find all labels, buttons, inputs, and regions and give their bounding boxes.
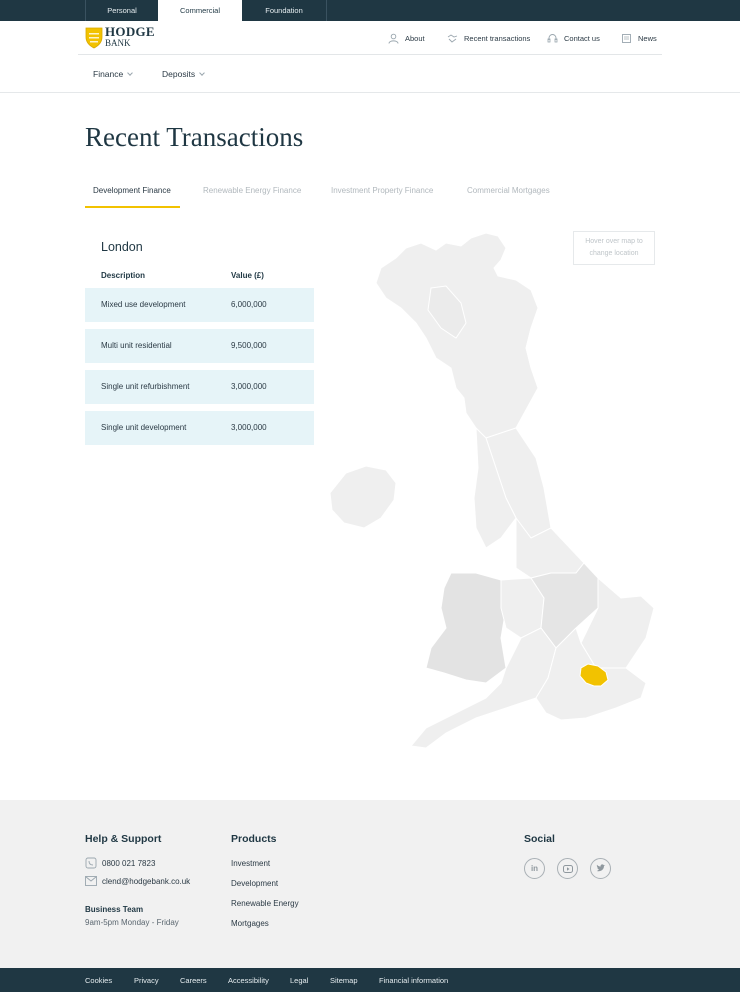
youtube-icon[interactable] [557,858,578,879]
newspaper-icon [622,33,631,43]
region-wales [425,572,507,684]
audience-bar: Personal Commercial Foundation [0,0,740,21]
nav-contact-us[interactable]: Contact us [547,30,600,46]
twitter-icon[interactable] [590,858,611,879]
active-tab-indicator [85,206,180,208]
subnav-deposits[interactable]: Deposits [162,69,205,79]
linkedin-icon[interactable]: in [524,858,545,879]
table-row: Multi unit residential 9,500,000 [85,329,314,363]
sub-navigation: Finance Deposits [0,55,740,93]
brand-subname: BANK [105,38,131,48]
link-sitemap[interactable]: Sitemap [330,976,358,985]
phone-icon [85,857,97,869]
logo-shield-icon[interactable] [85,27,103,49]
footer-link-mortgages[interactable]: Mortgages [231,919,269,928]
nav-news[interactable]: News [621,30,657,46]
tab-personal[interactable]: Personal [86,0,158,21]
divider [326,0,327,21]
footer-link-investment[interactable]: Investment [231,859,270,868]
table-row: Single unit refurbishment 3,000,000 [85,370,314,404]
link-accessibility[interactable]: Accessibility [228,976,269,985]
person-icon [388,33,399,44]
link-financial-information[interactable]: Financial information [379,976,448,985]
row-description: Multi unit residential [101,341,172,350]
row-description: Mixed use development [101,300,186,309]
link-privacy[interactable]: Privacy [134,976,159,985]
tab-development-finance[interactable]: Development Finance [93,186,171,195]
table-row: Mixed use development 6,000,000 [85,288,314,322]
nav-label: News [638,33,657,43]
chevron-down-icon [199,70,205,76]
link-careers[interactable]: Careers [180,976,207,985]
region-northern-ireland [329,465,397,529]
location-title: London [101,240,143,254]
brand-logo[interactable]: HODGE BANK [105,24,155,48]
footer-phone[interactable]: 0800 021 7823 [102,859,155,868]
footer-heading-help: Help & Support [85,833,162,845]
tab-foundation[interactable]: Foundation [242,0,326,21]
email-icon [85,876,97,886]
handshake-icon [447,33,458,43]
footer-link-renewable-energy[interactable]: Renewable Energy [231,899,299,908]
subnav-label: Finance [93,69,124,79]
subnav-finance[interactable]: Finance [93,69,134,79]
tab-investment-property-finance[interactable]: Investment Property Finance [331,186,433,195]
chevron-down-icon [127,70,134,76]
column-header-value: Value (£) [231,271,264,280]
footer-hours: 9am-5pm Monday - Friday [85,918,179,927]
tab-commercial[interactable]: Commercial [158,0,242,21]
nav-recent-transactions[interactable]: Recent transactions [447,30,530,46]
column-header-description: Description [101,271,146,280]
footer-heading-social: Social [524,833,555,845]
footer-heading-products: Products [231,833,277,845]
link-legal[interactable]: Legal [290,976,308,985]
subnav-label: Deposits [162,69,196,79]
row-value: 6,000,000 [231,300,267,309]
page-title: Recent Transactions [85,122,304,152]
nav-label: About [405,33,425,43]
footer-email[interactable]: clend@hodgebank.co.uk [102,877,190,886]
row-value: 9,500,000 [231,341,267,350]
link-cookies[interactable]: Cookies [85,976,112,985]
nav-label: Contact us [564,33,600,43]
row-description: Single unit development [101,423,187,432]
tab-renewable-energy-finance[interactable]: Renewable Energy Finance [203,186,301,195]
brand-name: HODGE [105,24,155,39]
row-value: 3,000,000 [231,382,267,391]
legal-bar: Cookies Privacy Careers Accessibility Le… [0,968,740,992]
row-description: Single unit refurbishment [101,382,190,391]
footer-team-title: Business Team [85,905,144,914]
tab-commercial-mortgages[interactable]: Commercial Mortgages [467,186,550,195]
headset-icon [547,33,558,42]
table-row: Single unit development 3,000,000 [85,411,314,445]
footer-link-development[interactable]: Development [231,879,278,888]
row-value: 3,000,000 [231,423,267,432]
nav-label: Recent transactions [464,33,531,43]
nav-about[interactable]: About [388,30,425,46]
uk-map[interactable] [326,228,658,758]
